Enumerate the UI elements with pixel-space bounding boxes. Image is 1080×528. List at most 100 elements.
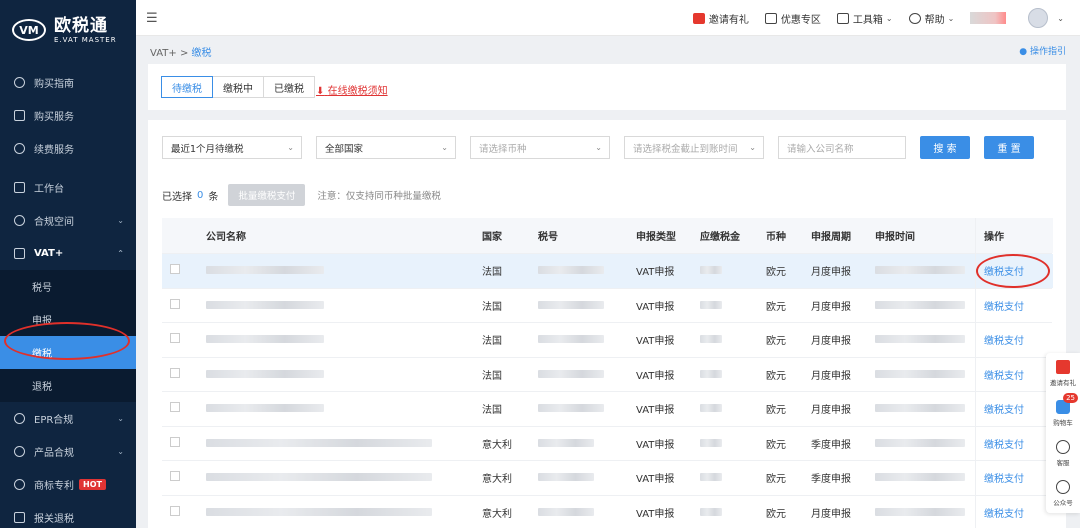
status-tabs-panel: 待缴税 缴税中 已缴税 ⬇ 在线缴税须知	[148, 64, 1066, 110]
row-checkbox[interactable]	[170, 436, 180, 447]
header-help[interactable]: 帮助 ⌄	[908, 11, 954, 26]
help-icon	[908, 12, 921, 24]
tab-in-progress[interactable]: 缴税中	[212, 76, 264, 98]
logo[interactable]: VM 欧税通 E.VAT MASTER	[0, 0, 136, 60]
float-invite[interactable]: 邀请有礼	[1046, 353, 1080, 393]
tax-number-blurred	[538, 335, 604, 344]
batch-pay-button[interactable]: 批量缴税支付	[228, 184, 306, 206]
breadcrumb-root[interactable]: VAT+	[150, 48, 177, 59]
top-header: ☰ 邀请有礼 优惠专区 工具箱 ⌄ 帮助 ⌄ ⌄	[136, 0, 1080, 36]
reset-button[interactable]: 重 置	[984, 136, 1034, 159]
time-blurred	[875, 335, 965, 344]
table-row[interactable]: 法国 VAT申报 欧元 月度申报 缴税支付	[162, 254, 1053, 289]
chevron-down-icon: ⌄	[117, 414, 124, 423]
table-row[interactable]: 意大利 VAT申报 欧元 季度申报 缴税支付	[162, 461, 1053, 496]
row-checkbox[interactable]	[170, 402, 180, 413]
avatar[interactable]	[1028, 8, 1049, 28]
pay-tax-link[interactable]: 缴税支付	[984, 332, 1024, 347]
float-service[interactable]: 客服	[1046, 433, 1080, 473]
sidebar-item-tax-refund[interactable]: 退税	[0, 369, 136, 402]
selected-suffix: 条	[208, 191, 219, 203]
pay-tax-link[interactable]: 缴税支付	[984, 263, 1024, 278]
row-country: 法国	[482, 370, 502, 382]
gift-icon	[1056, 359, 1070, 374]
tax-number-blurred	[538, 507, 594, 516]
user-name-blurred[interactable]	[970, 12, 1007, 24]
row-checkbox[interactable]	[170, 298, 180, 309]
time-blurred	[875, 300, 965, 309]
deadline-select[interactable]: 请选择税金截止到账时间 ⌄	[624, 136, 764, 159]
wechat-icon	[1056, 479, 1070, 494]
main-panel: 最近1个月待缴税 ⌄ 全部国家 ⌄ 请选择币种 ⌄ 请选择税金截止到账时间 ⌄ 请输入公…	[148, 120, 1066, 528]
sidebar-item-renewal[interactable]: 续费服务	[0, 132, 136, 165]
row-checkbox[interactable]	[170, 264, 180, 275]
pay-tax-link[interactable]: 缴税支付	[984, 436, 1024, 451]
menu-toggle-icon[interactable]: ☰	[146, 11, 158, 26]
online-payment-notice-link[interactable]: ⬇ 在线缴税须知	[316, 82, 388, 97]
dashboard-icon	[14, 182, 25, 193]
float-official-account[interactable]: 公众号	[1046, 473, 1080, 513]
header-toolbox[interactable]: 工具箱 ⌄	[836, 11, 893, 26]
pay-tax-link[interactable]: 缴税支付	[984, 367, 1024, 382]
header-invite[interactable]: 邀请有礼	[692, 11, 749, 26]
pay-tax-link[interactable]: 缴税支付	[984, 505, 1024, 520]
amount-blurred	[700, 507, 722, 516]
sidebar: VM 欧税通 E.VAT MASTER 购买指南 购买服务 续费服务 工作台 合…	[0, 0, 136, 528]
row-country: 法国	[482, 267, 502, 279]
chevron-down-icon[interactable]: ⌄	[1057, 14, 1064, 23]
search-button[interactable]: 搜 索	[920, 136, 970, 159]
pay-tax-link[interactable]: 缴税支付	[984, 298, 1024, 313]
sidebar-item-trademark[interactable]: 商标专利 HOT	[0, 468, 136, 501]
country-select[interactable]: 全部国家 ⌄	[316, 136, 456, 159]
table-row[interactable]: 意大利 VAT申报 欧元 季度申报 缴税支付	[162, 426, 1053, 461]
sidebar-item-tax-number[interactable]: 税号	[0, 270, 136, 303]
sidebar-item-declaration[interactable]: 申报	[0, 303, 136, 336]
time-blurred	[875, 404, 965, 413]
user-icon: ●	[1019, 47, 1028, 57]
sidebar-item-workbench[interactable]: 工作台	[0, 171, 136, 204]
header-coupon[interactable]: 优惠专区	[764, 11, 821, 26]
sidebar-item-purchase-service[interactable]: 购买服务	[0, 99, 136, 132]
sidebar-item-purchase-guide[interactable]: 购买指南	[0, 66, 136, 99]
pay-tax-link[interactable]: 缴税支付	[984, 401, 1024, 416]
row-checkbox[interactable]	[170, 367, 180, 378]
company-search-input[interactable]: 请输入公司名称	[778, 136, 906, 159]
selected-count: 0	[197, 189, 204, 201]
chevron-down-icon: ⌄	[117, 447, 124, 456]
sidebar-item-compliance-space[interactable]: 合规空间 ⌄	[0, 204, 136, 237]
row-checkbox[interactable]	[170, 471, 180, 482]
table-row[interactable]: 法国 VAT申报 欧元 月度申报 缴税支付	[162, 323, 1053, 358]
sidebar-item-vat-plus[interactable]: VAT+ ⌃	[0, 237, 136, 270]
chevron-up-icon: ⌃	[117, 249, 124, 258]
company-name-blurred	[206, 507, 432, 516]
row-type: VAT申报	[636, 474, 675, 486]
sidebar-item-product-compliance[interactable]: 产品合规 ⌄	[0, 435, 136, 468]
pay-tax-link[interactable]: 缴税支付	[984, 470, 1024, 485]
logo-title: 欧税通	[54, 16, 108, 36]
sidebar-item-tax-payment[interactable]: 缴税	[0, 336, 136, 369]
col-tax-amount: 应缴税金	[700, 232, 740, 243]
row-checkbox[interactable]	[170, 505, 180, 516]
table-row[interactable]: 法国 VAT申报 欧元 月度申报 缴税支付	[162, 357, 1053, 392]
sidebar-item-customs-refund[interactable]: 报关退税	[0, 501, 136, 528]
row-period: 月度申报	[811, 508, 851, 520]
sidebar-item-epr[interactable]: EPR合规 ⌄	[0, 402, 136, 435]
table-row[interactable]: 法国 VAT申报 欧元 月度申报 缴税支付	[162, 288, 1053, 323]
amount-blurred	[700, 266, 722, 275]
row-checkbox[interactable]	[170, 333, 180, 344]
table-row[interactable]: 意大利 VAT申报 欧元 月度申报 缴税支付	[162, 495, 1053, 528]
row-currency: 欧元	[766, 370, 786, 382]
tab-paid[interactable]: 已缴税	[263, 76, 315, 98]
row-currency: 欧元	[766, 439, 786, 451]
col-declaration-time: 申报时间	[875, 232, 915, 243]
period-select[interactable]: 最近1个月待缴税 ⌄	[162, 136, 302, 159]
chevron-down-icon: ⌄	[595, 143, 602, 152]
col-declaration-type: 申报类型	[636, 232, 676, 243]
tab-pending[interactable]: 待缴税	[161, 76, 213, 98]
currency-select[interactable]: 请选择币种 ⌄	[470, 136, 610, 159]
tax-number-blurred	[538, 404, 604, 413]
ticket-icon	[764, 12, 777, 24]
float-cart[interactable]: 25 购物车	[1046, 393, 1080, 433]
operation-guide-link[interactable]: ● 操作指引	[1019, 44, 1066, 57]
table-row[interactable]: 法国 VAT申报 欧元 月度申报 缴税支付	[162, 392, 1053, 427]
